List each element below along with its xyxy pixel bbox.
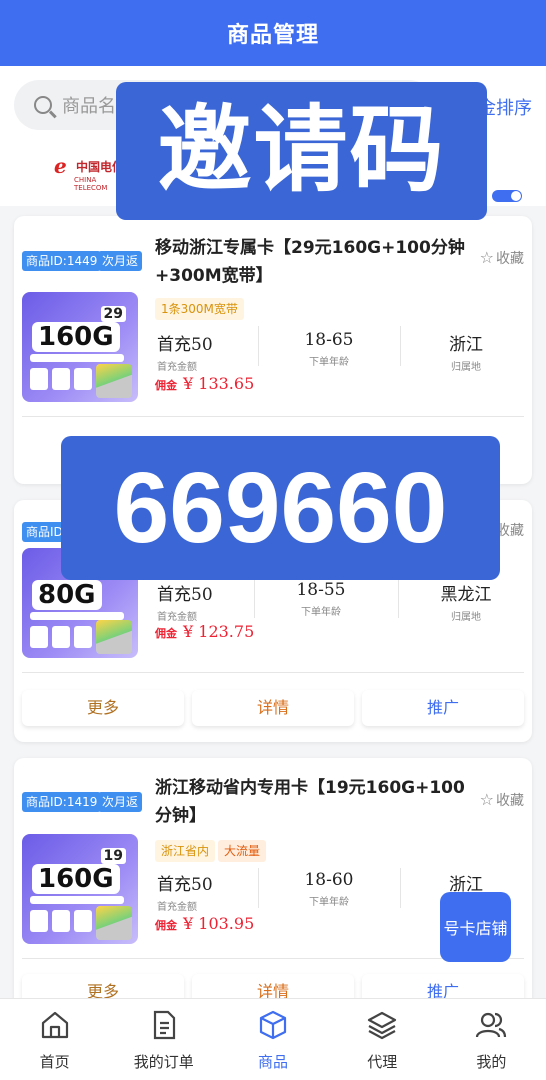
star-icon: ☆ bbox=[479, 790, 494, 809]
commission: 佣金 ¥ 123.75 bbox=[155, 622, 255, 641]
rebate-tag: 次月返 bbox=[98, 792, 143, 812]
feature-tag: 大流量 bbox=[218, 840, 267, 862]
tab-orders[interactable]: 我的订单 bbox=[109, 999, 218, 1080]
search-placeholder: 商品名 bbox=[62, 96, 116, 117]
product-title[interactable]: 移动浙江专属卡【29元160G+100分钟+300M宽带】 bbox=[155, 234, 475, 290]
first-recharge-stat: 首充50 首充金额 bbox=[157, 335, 213, 373]
tab-mine[interactable]: 我的 bbox=[437, 999, 546, 1080]
age-stat: 18-55 下单年龄 bbox=[296, 580, 346, 618]
commission: 佣金 ¥ 103.95 bbox=[155, 914, 255, 933]
telecom-mark-icon: ℯ bbox=[54, 154, 67, 178]
bottom-tab-bar: 首页 我的订单 商品 代理 我的 bbox=[0, 998, 546, 1080]
cart-illustration bbox=[96, 906, 132, 940]
product-id-tag: 商品ID:1419 bbox=[22, 792, 102, 812]
product-id-tag: 商品ID:1449 bbox=[22, 251, 102, 271]
promote-button[interactable]: 推广 bbox=[362, 690, 524, 726]
commission: 佣金 ¥ 133.65 bbox=[155, 374, 255, 393]
page-header: 商品管理 bbox=[0, 0, 546, 66]
feature-tag: 浙江省内 bbox=[155, 840, 216, 862]
cart-illustration bbox=[96, 364, 132, 398]
tab-products[interactable]: 商品 bbox=[218, 999, 327, 1080]
tab-agent[interactable]: 代理 bbox=[328, 999, 437, 1080]
location-stat: 浙江归属地 bbox=[449, 335, 483, 373]
product-image[interactable]: 19 160G bbox=[22, 834, 138, 944]
page-title: 商品管理 bbox=[226, 23, 319, 48]
product-image[interactable]: 29 160G bbox=[22, 292, 138, 402]
favorite-button[interactable]: ☆ 收藏 bbox=[480, 790, 524, 810]
box-icon bbox=[259, 1010, 287, 1040]
invite-code-label-overlay: 邀请码 bbox=[116, 82, 487, 220]
age-stat: 18-65 下单年龄 bbox=[304, 330, 354, 368]
first-recharge-stat: 首充50 首充金额 bbox=[157, 875, 213, 913]
favorite-button[interactable]: ☆ 收藏 bbox=[480, 248, 524, 268]
feature-tag: 1条300M宽带 bbox=[155, 298, 244, 320]
china-telecom-logo[interactable]: ℯ 中国电信 CHINA TELECOM bbox=[54, 154, 124, 194]
more-button[interactable]: 更多 bbox=[22, 690, 184, 726]
tab-home[interactable]: 首页 bbox=[0, 999, 109, 1080]
home-icon bbox=[41, 1011, 68, 1039]
star-icon: ☆ bbox=[479, 248, 494, 267]
users-icon bbox=[476, 1012, 507, 1038]
favorite-button[interactable]: 收藏 bbox=[496, 520, 524, 540]
view-toggle[interactable] bbox=[492, 190, 522, 202]
search-icon bbox=[34, 96, 52, 114]
product-title[interactable]: 浙江移动省内专用卡【19元160G+100分钟】 bbox=[155, 774, 475, 830]
rebate-tag: 次月返 bbox=[98, 251, 143, 271]
product-card: 商品ID:1419 次月返 浙江移动省内专用卡【19元160G+100分钟】 ☆… bbox=[14, 758, 532, 1010]
document-icon bbox=[153, 1010, 175, 1040]
invite-code-value-overlay: 669660 bbox=[61, 436, 500, 580]
detail-button[interactable]: 详情 bbox=[192, 690, 354, 726]
location-stat: 黑龙江 归属地 bbox=[440, 585, 492, 623]
card-shop-button[interactable]: 号卡店铺 bbox=[440, 892, 511, 962]
age-stat: 18-60 下单年龄 bbox=[304, 870, 354, 908]
first-recharge-stat: 首充50 首充金额 bbox=[157, 585, 213, 623]
cart-illustration bbox=[96, 620, 132, 654]
layers-icon bbox=[368, 1011, 397, 1040]
